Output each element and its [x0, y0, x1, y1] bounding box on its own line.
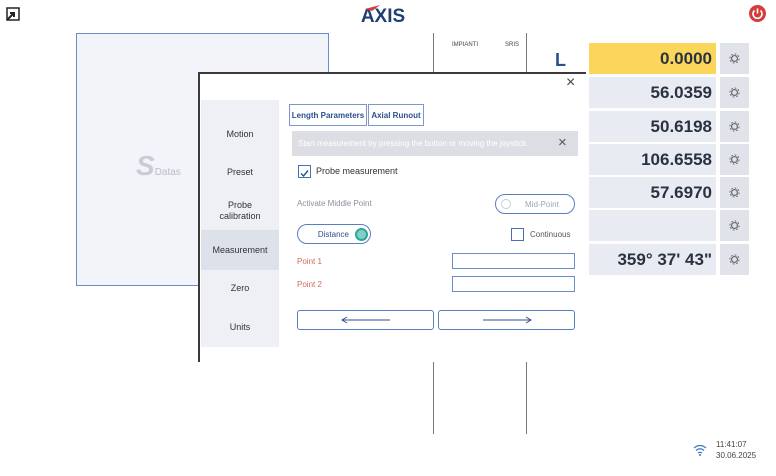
readout-settings-button[interactable]	[720, 111, 749, 142]
wifi-icon	[693, 443, 707, 461]
power-button[interactable]	[749, 5, 766, 22]
brand-logo: AXIS	[350, 3, 416, 27]
mid-point-toggle[interactable]: Mid-Point	[495, 194, 575, 214]
scale-line	[526, 33, 527, 73]
readout-value: 56.0359	[589, 77, 716, 108]
point-1-field[interactable]	[452, 253, 575, 269]
menu-item-preset[interactable]: Preset	[201, 157, 279, 187]
gear-icon	[729, 187, 740, 198]
mid-point-toggle-label: Mid-Point	[525, 199, 559, 209]
readout-value: 57.6970	[589, 177, 716, 208]
scale-line	[433, 33, 434, 73]
readout-settings-button[interactable]	[720, 210, 749, 241]
readout-settings-button[interactable]	[720, 43, 749, 74]
gear-icon	[729, 220, 740, 231]
readout-settings-button[interactable]	[720, 144, 749, 175]
menu-item-probe-calibration[interactable]: Probe calibration	[209, 196, 271, 226]
scale-label: SRIS	[505, 42, 520, 48]
info-close-button[interactable]: ×	[558, 134, 567, 152]
arrow-left-icon	[340, 316, 390, 324]
readout-value: 359° 37' 43"	[589, 244, 716, 275]
readout-value: 106.6558	[589, 144, 716, 175]
continuous-checkbox[interactable]	[511, 228, 524, 241]
distance-toggle[interactable]: Distance	[297, 224, 371, 244]
tab-length-parameters[interactable]: Length Parameters	[289, 104, 367, 126]
toggle-knob	[501, 199, 511, 209]
axis-letter: L	[555, 50, 566, 70]
toggle-knob	[355, 227, 368, 241]
probe-measurement-checkbox[interactable]	[298, 165, 311, 178]
readout-settings-button[interactable]	[720, 177, 749, 208]
clock-date: 30.06.2025	[716, 451, 757, 460]
arrow-right-icon	[482, 316, 532, 324]
previous-button[interactable]	[297, 310, 434, 330]
distance-toggle-label: Distance	[317, 229, 349, 239]
readout-value: 50.6198	[589, 111, 716, 142]
gear-icon	[729, 254, 740, 265]
menu-item-units[interactable]: Units	[201, 312, 279, 342]
gear-icon	[729, 53, 740, 64]
info-message: Start measurement by pressing the button…	[292, 131, 578, 156]
point-2-field[interactable]	[452, 276, 575, 292]
menu-item-zero[interactable]: Zero	[201, 273, 279, 303]
readout-value: 0.0000	[589, 43, 716, 74]
scale-line	[433, 356, 434, 434]
readout-settings-button[interactable]	[720, 244, 749, 275]
scale-line	[526, 356, 527, 434]
gear-icon	[729, 87, 740, 98]
middle-point-label: Activate Middle Point	[297, 199, 372, 208]
clock-time: 11:41:07	[716, 440, 747, 449]
menu-item-motion[interactable]: Motion	[201, 119, 279, 149]
readout-settings-button[interactable]	[720, 77, 749, 108]
tab-axial-runout[interactable]: Axial Runout	[368, 104, 424, 126]
viewport-watermark: SDatas	[136, 150, 181, 181]
scale-label: IMPIANTI	[452, 42, 479, 48]
expand-icon[interactable]	[6, 7, 20, 21]
dialog-side-menu: Motion Preset Probe calibration Measurem…	[201, 100, 279, 347]
gear-icon	[729, 121, 740, 132]
gear-icon	[729, 154, 740, 165]
next-button[interactable]	[438, 310, 575, 330]
dialog-close-button[interactable]: ×	[566, 75, 575, 91]
point-1-label: Point 1	[297, 257, 322, 266]
continuous-label: Continuous	[530, 230, 571, 239]
readout-value	[589, 210, 716, 241]
probe-measurement-label: Probe measurement	[316, 166, 398, 176]
menu-item-measurement[interactable]: Measurement	[201, 230, 279, 270]
point-2-label: Point 2	[297, 280, 322, 289]
check-icon	[300, 170, 309, 178]
